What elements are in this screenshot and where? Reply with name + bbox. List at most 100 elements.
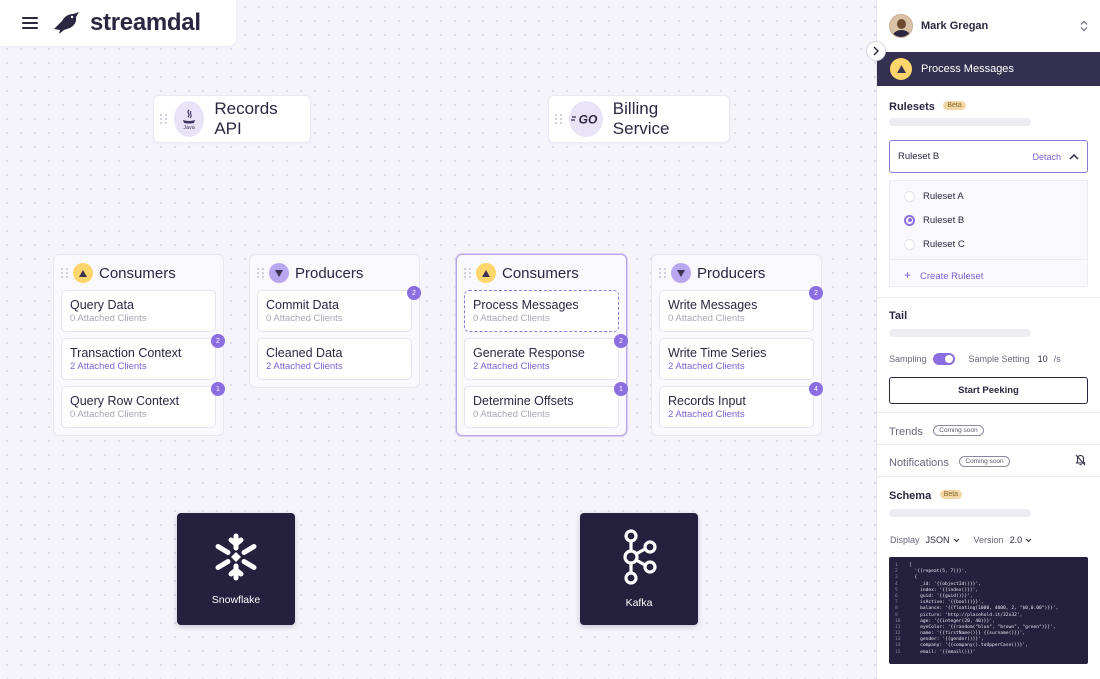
snowflake-icon (215, 533, 257, 581)
producer-triangle-icon (269, 263, 289, 283)
drag-handle-icon[interactable] (659, 267, 667, 279)
service-node-billing-service[interactable]: GO Billing Service (548, 95, 730, 143)
divider (877, 476, 1100, 477)
operation-name: Write Messages (668, 298, 758, 312)
panel-header: Process Messages (877, 52, 1100, 86)
count-badge: 4 (809, 382, 823, 396)
datastore-kafka[interactable]: Kafka (580, 513, 698, 625)
operation-name: Process Messages (473, 298, 579, 312)
go-icon-text: GO (579, 113, 598, 127)
sampling-toggle[interactable] (932, 353, 955, 365)
group-title: Producers (295, 264, 364, 282)
version-select[interactable]: 2.0 (1010, 535, 1023, 545)
operation-item[interactable]: Records Input 2 Attached Clients 4 (659, 382, 823, 428)
schema-section-title: Schema Beta (889, 486, 963, 504)
service-node-records-api[interactable]: Java Records API (153, 95, 311, 143)
operation-name: Cleaned Data (266, 346, 343, 360)
divider (877, 297, 1100, 298)
datastore-snowflake[interactable]: Snowflake (177, 513, 295, 625)
ruleset-option-label: Ruleset B (923, 214, 965, 226)
code-line-text: email: '{{email()}}' (909, 649, 976, 655)
consumers-group: Consumers Query Data 0 Attached Clients … (53, 254, 225, 436)
group-header: Producers (659, 259, 814, 287)
sample-setting-input[interactable]: 10 (1038, 354, 1048, 364)
operation-item-selected[interactable]: Process Messages 0 Attached Clients (464, 290, 619, 332)
ruleset-option-selected[interactable]: Ruleset B (904, 213, 964, 227)
consumer-triangle-icon (890, 58, 912, 80)
attached-clients-count: 0 Attached Clients (473, 313, 550, 324)
operation-item[interactable]: Query Data 0 Attached Clients (61, 290, 216, 332)
drag-handle-icon[interactable] (555, 113, 563, 125)
operation-item[interactable]: Generate Response 2 Attached Clients 2 (464, 334, 628, 380)
ruleset-option[interactable]: Ruleset A (904, 189, 964, 203)
chevron-updown-icon[interactable] (1079, 20, 1089, 32)
radio-button-selected[interactable] (904, 214, 915, 226)
trends-section-title[interactable]: Trends Coming soon (889, 422, 984, 440)
operation-name: Transaction Context (70, 346, 182, 360)
group-title: Consumers (99, 264, 176, 282)
display-select[interactable]: JSON (926, 535, 950, 545)
create-ruleset-label: Create Ruleset (920, 271, 984, 282)
divider (877, 412, 1100, 413)
sampling-label: Sampling (889, 354, 927, 364)
attached-clients-count: 2 Attached Clients (668, 409, 745, 420)
datastore-name: Snowflake (211, 594, 261, 606)
trends-title: Trends (889, 426, 923, 438)
detach-link[interactable]: Detach (1032, 152, 1061, 162)
radio-button[interactable] (904, 190, 915, 202)
drag-handle-icon[interactable] (160, 113, 168, 125)
count-badge: 2 (614, 334, 628, 348)
count-badge: 2 (211, 334, 225, 348)
create-ruleset-button[interactable]: + Create Ruleset (904, 268, 983, 282)
chevron-down-icon[interactable] (1025, 538, 1032, 543)
notifications-title: Notifications (889, 457, 949, 469)
panel-header-title: Process Messages (921, 63, 1014, 75)
group-header: Producers (257, 259, 412, 287)
operation-name: Write Time Series (668, 346, 767, 360)
sampling-row: Sampling Sample Setting 10 /s (889, 352, 1089, 366)
go-icon: GO (569, 101, 603, 137)
operation-item[interactable]: Write Messages 0 Attached Clients 2 (659, 286, 823, 332)
loading-skeleton (889, 509, 1031, 517)
schema-options-row: Display JSON Version 2.0 (890, 534, 1032, 546)
collapse-panel-button[interactable] (866, 41, 886, 61)
drag-handle-icon[interactable] (464, 267, 472, 279)
radio-button[interactable] (904, 238, 915, 250)
hamburger-menu-icon[interactable] (22, 17, 38, 29)
drag-handle-icon[interactable] (61, 267, 69, 279)
bell-off-icon[interactable] (1075, 454, 1086, 466)
ruleset-select[interactable]: Ruleset B Detach (889, 140, 1088, 173)
attached-clients-count: 2 Attached Clients (266, 361, 343, 372)
operation-item[interactable]: Commit Data 0 Attached Clients 2 (257, 286, 421, 332)
operation-item[interactable]: Query Row Context 0 Attached Clients 1 (61, 382, 225, 428)
rulesets-section-title: Rulesets Beta (889, 97, 966, 115)
drag-handle-icon[interactable] (257, 267, 265, 279)
loading-skeleton (889, 118, 1031, 126)
operation-name: Generate Response (473, 346, 585, 360)
schema-title: Schema (889, 490, 932, 502)
sample-setting-label: Sample Setting (968, 354, 1030, 364)
coming-soon-badge: Coming soon (959, 456, 1010, 468)
display-label: Display (890, 535, 920, 545)
producers-group: Producers Write Messages 0 Attached Clie… (651, 254, 823, 436)
group-title: Consumers (502, 264, 579, 282)
operation-item[interactable]: Cleaned Data 2 Attached Clients (257, 338, 412, 380)
streamdal-bird-logo-icon (54, 12, 79, 34)
sample-unit: /s (1053, 354, 1061, 364)
brand-name: streamdal (90, 9, 201, 36)
notifications-section-title[interactable]: Notifications Coming soon (889, 453, 1010, 471)
user-switcher[interactable]: Mark Gregan (889, 13, 1089, 39)
schema-code-editor[interactable]: 1[2 '{{repeat(5, 7)}}', 3 {4 _id: '{{obje… (889, 557, 1088, 664)
plus-icon: + (904, 268, 912, 282)
chevron-up-icon[interactable] (1069, 153, 1079, 160)
operation-item[interactable]: Write Time Series 2 Attached Clients (659, 338, 814, 380)
ruleset-option[interactable]: Ruleset C (904, 237, 965, 251)
coming-soon-badge: Coming soon (933, 425, 984, 437)
operation-item[interactable]: Determine Offsets 0 Attached Clients 1 (464, 382, 628, 428)
beta-badge: Beta (943, 101, 966, 111)
operation-item[interactable]: Transaction Context 2 Attached Clients 2 (61, 334, 225, 380)
attached-clients-count: 0 Attached Clients (266, 313, 343, 324)
start-peeking-button[interactable]: Start Peeking (889, 377, 1088, 404)
ruleset-options-menu: Ruleset A Ruleset B Ruleset C + Create Ru… (889, 180, 1088, 287)
chevron-down-icon[interactable] (953, 538, 960, 543)
